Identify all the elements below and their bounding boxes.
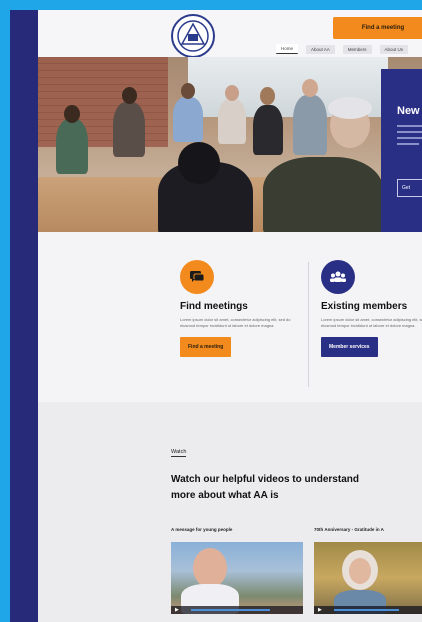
main-nav: Home About AA Members About Us [276,43,409,55]
find-meetings-title: Find meetings [180,301,248,312]
video-person-face [349,558,371,584]
hero-photo-person [253,105,283,155]
frame-top [0,0,422,10]
hero-photo-person [293,95,327,155]
find-meetings-card: Find meetings Lorem ipsum dolor sit amet… [180,260,305,357]
watch-section: Watch Watch our helpful videos to unders… [38,402,422,622]
watch-eyebrow: Watch [171,449,187,457]
video-title: A message for young people [171,527,233,532]
hero-photo-foreground-man [263,157,383,232]
group-people-icon [321,260,355,294]
hero-photo-person [56,119,88,174]
triangle-circle-icon [177,20,209,52]
hero-photo-person [113,102,145,157]
hero-body-line [397,125,422,127]
video-person-face [193,548,227,588]
frame-left [0,10,10,622]
play-icon[interactable]: ▶ [175,607,181,613]
hero-text-panel: New Get [381,69,422,232]
hero-section: New Get [38,57,422,232]
hero-photo-person-head [122,87,137,104]
existing-members-title: Existing members [321,301,408,312]
video-control-bar[interactable]: ▶ [314,606,422,614]
video-thumbnail-young-people[interactable]: ▶ [171,542,303,614]
hero-photo-person-head [260,87,275,105]
hero-title: New [397,105,420,117]
watch-heading: Watch our helpful videos to understand m… [171,474,359,501]
existing-members-card: Existing members Lorem ipsum dolor sit a… [321,260,422,357]
hero-body-line [397,131,422,133]
website-page: Find a meeting Home About AA Members Abo… [38,10,422,622]
hero-photo-person-head [64,105,80,123]
hero-photo-foreground-head [178,142,220,184]
hero-photo-grey-hair [328,97,372,119]
video-progress-bar[interactable] [191,609,271,611]
site-header: Find a meeting Home About AA Members Abo… [38,10,422,58]
nav-item-members[interactable]: Members [342,44,372,54]
hero-photo-person-head [302,79,318,97]
video-thumbnail-anniversary[interactable]: ▶ [314,542,422,614]
hero-photo-person [218,99,246,144]
nav-item-about-aa[interactable]: About AA [306,44,335,54]
find-meetings-text: Lorem ipsum dolor sit amet, consectetur … [180,317,291,328]
video-progress-bar[interactable] [334,609,399,611]
services-section: Find meetings Lorem ipsum dolor sit amet… [38,232,422,402]
video-control-bar[interactable]: ▶ [171,606,303,614]
nav-item-home[interactable]: Home [276,44,299,54]
nav-item-about-us[interactable]: About Us [379,44,409,54]
aa-logo[interactable] [171,14,215,58]
hero-photo-person-head [225,85,239,101]
video-title: 70th Anniversary - Gratitude in A [314,527,384,532]
find-meeting-button[interactable]: Find a meeting [180,337,232,357]
member-services-button[interactable]: Member services [321,337,378,357]
chat-bubble-icon [180,260,214,294]
dark-side-strip [10,10,38,622]
hero-cta-button[interactable]: Get [397,179,422,197]
play-icon[interactable]: ▶ [318,607,324,613]
hero-body-line [397,143,419,145]
find-meeting-header-button[interactable]: Find a meeting [333,17,422,39]
hero-photo-person-head [181,83,195,99]
hero-photo-person [173,97,203,142]
hero-body-line [397,137,422,139]
existing-members-text: Lorem ipsum dolor sit amet, consectetur … [321,317,422,328]
services-divider [308,262,309,387]
